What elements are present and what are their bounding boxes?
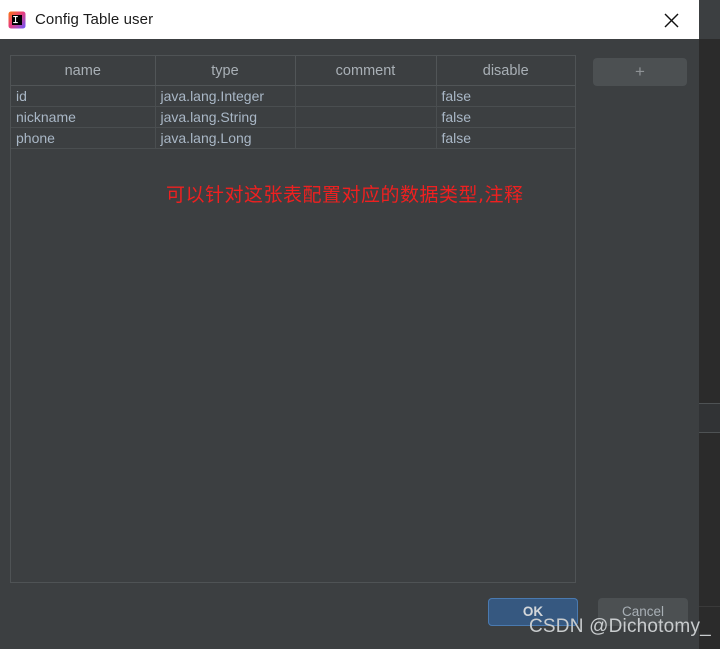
editor-background-strip (699, 404, 720, 432)
cell-type[interactable]: java.lang.Long (155, 127, 296, 149)
intellij-idea-icon (8, 11, 26, 29)
editor-background-strip (699, 39, 720, 403)
table-row[interactable]: nickname java.lang.String false (11, 106, 575, 128)
cell-name[interactable]: id (11, 85, 156, 107)
cancel-button[interactable]: Cancel (598, 598, 688, 626)
close-icon[interactable] (659, 8, 683, 32)
screen: Config Table user name type comment disa… (0, 0, 720, 649)
column-header-type[interactable]: type (155, 56, 296, 86)
dialog-body: name type comment disable id java.lang.I… (0, 39, 699, 649)
cell-comment[interactable] (295, 127, 437, 149)
column-header-comment[interactable]: comment (295, 56, 437, 86)
add-row-button[interactable]: + (593, 58, 687, 86)
editor-background-strip (699, 433, 720, 649)
cell-disable[interactable]: false (436, 127, 575, 149)
cell-disable[interactable]: false (436, 106, 575, 128)
config-table: name type comment disable id java.lang.I… (11, 56, 575, 149)
cell-disable[interactable]: false (436, 85, 575, 107)
editor-background-divider (699, 403, 720, 404)
column-header-disable[interactable]: disable (436, 56, 575, 86)
cell-comment[interactable] (295, 106, 437, 128)
cell-comment[interactable] (295, 85, 437, 107)
config-table-panel: name type comment disable id java.lang.I… (10, 55, 576, 583)
column-header-name[interactable]: name (11, 56, 156, 86)
table-row[interactable]: phone java.lang.Long false (11, 127, 575, 149)
dialog-titlebar: Config Table user (0, 0, 699, 39)
ok-button[interactable]: OK (488, 598, 578, 626)
cell-type[interactable]: java.lang.Integer (155, 85, 296, 107)
cell-type[interactable]: java.lang.String (155, 106, 296, 128)
table-row[interactable]: id java.lang.Integer false (11, 85, 575, 107)
cell-name[interactable]: phone (11, 127, 156, 149)
annotation-text: 可以针对这张表配置对应的数据类型,注释 (166, 184, 524, 206)
table-header-row: name type comment disable (11, 56, 575, 86)
cell-name[interactable]: nickname (11, 106, 156, 128)
dialog-title: Config Table user (35, 11, 154, 28)
editor-background-divider (699, 432, 720, 433)
editor-background-divider (699, 606, 720, 607)
